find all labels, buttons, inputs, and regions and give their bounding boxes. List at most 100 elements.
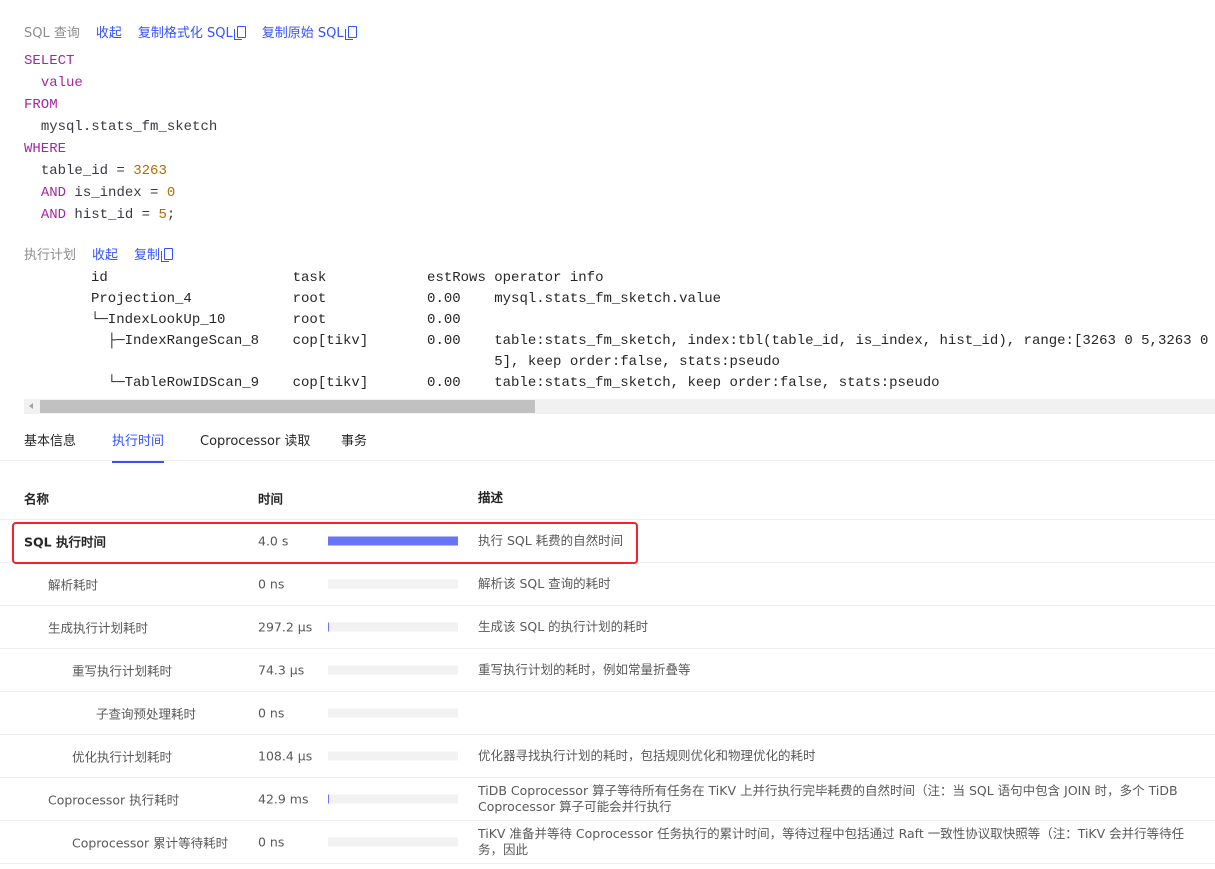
- keyword: SELECT: [24, 53, 75, 69]
- table-row: 子查询预处理耗时 0 ns: [0, 692, 1215, 735]
- condition: table_id =: [40, 163, 134, 179]
- plan-row: ├─IndexRangeScan_8 cop[tikv] 0.00 table:sta…: [91, 331, 1215, 373]
- table-row: 解析耗时 0 ns 解析该 SQL 查询的耗时: [0, 563, 1215, 606]
- row-time: 42.9 ms: [258, 791, 309, 807]
- row-desc: TiDB Coprocessor 算子等待所有任务在 TiKV 上并行执行完毕耗…: [478, 783, 1178, 814]
- time-bar: [328, 622, 458, 632]
- row-time: 74.3 µs: [258, 662, 305, 678]
- time-bar: [328, 579, 458, 589]
- tab-transaction[interactable]: 事务: [341, 430, 367, 461]
- copy-plan-link[interactable]: 复制: [134, 244, 174, 263]
- time-bar: [328, 708, 458, 718]
- execution-plan: id task estRows operator info Projection_4 ro…: [24, 268, 1215, 394]
- plan-id: Projection_4: [91, 291, 192, 307]
- sql-label: SQL 查询: [24, 26, 80, 41]
- sql-code: SELECT value FROM mysql.stats_fm_sketch WH…: [24, 50, 217, 226]
- header-name: 名称: [24, 491, 50, 506]
- condition: hist_id =: [66, 207, 159, 223]
- scrollbar-thumb[interactable]: [40, 400, 535, 413]
- plan-row: └─TableRowIDScan_9 cop[tikv] 0.00 table:sta…: [91, 373, 1215, 394]
- sql-collapse-link[interactable]: 收起: [96, 22, 122, 41]
- header-desc: 描述: [478, 489, 504, 505]
- plan-info: mysql.stats_fm_sketch.value: [494, 291, 722, 307]
- plan-collapse-link[interactable]: 收起: [92, 244, 118, 263]
- sql-header: SQL 查询 收起 复制格式化 SQL 复制原始 SQL: [24, 22, 357, 41]
- plan-id: ├─IndexRangeScan_8: [91, 333, 260, 349]
- number: 0: [166, 185, 176, 201]
- highlight-box: [12, 522, 638, 564]
- header-time: 时间: [258, 491, 284, 506]
- row-desc: TiKV 准备并等待 Coprocessor 任务执行的累计时间，等待过程中包括…: [478, 826, 1185, 857]
- plan-task: cop[tikv]: [292, 333, 369, 349]
- semicolon: ;: [166, 207, 176, 223]
- tab-coprocessor-read[interactable]: Coprocessor 读取: [200, 430, 310, 461]
- plan-info: [494, 310, 1215, 331]
- row-name: Coprocessor 累计等待耗时: [72, 835, 229, 851]
- table-row: Coprocessor 执行耗时 42.9 ms TiDB Coprocesso…: [0, 778, 1215, 821]
- row-desc: 生成该 SQL 的执行计划的耗时: [478, 619, 649, 634]
- column: value: [40, 75, 83, 91]
- horizontal-scrollbar[interactable]: [24, 399, 1215, 414]
- plan-row: └─IndexLookUp_10 root 0.00: [91, 310, 1215, 331]
- plan-task: root: [292, 291, 327, 307]
- keyword: WHERE: [24, 141, 67, 157]
- plan-header: 执行计划 收起 复制: [24, 244, 174, 263]
- row-time: 108.4 µs: [258, 748, 313, 764]
- copy-formatted-sql-link[interactable]: 复制格式化 SQL: [138, 22, 246, 41]
- time-bar: [328, 751, 458, 761]
- copy-raw-sql-link[interactable]: 复制原始 SQL: [262, 22, 357, 41]
- keyword: AND: [40, 185, 67, 201]
- copy-raw-label: 复制原始 SQL: [261, 26, 344, 41]
- table-header: 名称 时间 描述: [0, 476, 1215, 520]
- number: 3263: [133, 163, 167, 179]
- table-row: 优化执行计划耗时 108.4 µs 优化器寻找执行计划的耗时，包括规则优化和物理…: [0, 735, 1215, 778]
- copy-plan-label: 复制: [134, 248, 161, 263]
- tab-execution-time[interactable]: 执行时间: [112, 430, 165, 463]
- plan-info: table:stats_fm_sketch, keep order:false,…: [494, 375, 940, 391]
- row-name: 重写执行计划耗时: [72, 663, 173, 679]
- row-time: 0 ns: [258, 834, 285, 850]
- plan-info: operator info: [494, 270, 604, 286]
- plan-info: table:stats_fm_sketch, index:tbl(table_i…: [494, 333, 1209, 370]
- row-time: 297.2 µs: [258, 619, 313, 635]
- plan-task: root: [292, 312, 327, 328]
- row-name: 解析耗时: [48, 577, 99, 593]
- plan-id: id: [91, 270, 108, 286]
- tab-bar: 基本信息 执行时间 Coprocessor 读取 事务: [0, 420, 1215, 463]
- scroll-left-icon[interactable]: [29, 403, 33, 409]
- time-bar: [328, 837, 458, 847]
- time-bar: [328, 665, 458, 675]
- plan-est: 0.00: [427, 333, 461, 349]
- plan-label: 执行计划: [24, 248, 77, 263]
- keyword: FROM: [24, 97, 58, 113]
- plan-row: Projection_4 root 0.00 mysql.stats_fm_sketc…: [91, 289, 1215, 310]
- plan-id: └─IndexLookUp_10: [91, 312, 226, 328]
- row-name: 子查询预处理耗时: [96, 706, 197, 722]
- row-desc: 解析该 SQL 查询的耗时: [478, 576, 611, 591]
- copy-icon: [344, 25, 357, 40]
- copy-formatted-label: 复制格式化 SQL: [137, 26, 233, 41]
- row-desc: 重写执行计划的耗时，例如常量折叠等: [478, 662, 691, 677]
- time-bar-fill: [328, 622, 330, 632]
- row-time: 0 ns: [258, 705, 285, 721]
- row-name: Coprocessor 执行耗时: [48, 792, 180, 808]
- condition: is_index =: [66, 185, 167, 201]
- table-row: Coprocessor 累计等待耗时 0 ns TiKV 准备并等待 Copro…: [0, 821, 1215, 864]
- plan-row: id task estRows operator info: [91, 268, 1215, 289]
- plan-est: 0.00: [427, 375, 461, 391]
- table-row: 生成执行计划耗时 297.2 µs 生成该 SQL 的执行计划的耗时: [0, 606, 1215, 649]
- number: 5: [158, 207, 167, 223]
- table-name: mysql.stats_fm_sketch: [40, 119, 218, 135]
- plan-id: └─TableRowIDScan_9: [91, 375, 260, 391]
- plan-est: 0.00: [427, 312, 461, 328]
- table-row: 重写执行计划耗时 74.3 µs 重写执行计划的耗时，例如常量折叠等: [0, 649, 1215, 692]
- plan-est: estRows: [427, 270, 486, 286]
- plan-task: cop[tikv]: [292, 375, 369, 391]
- row-name: 生成执行计划耗时: [48, 620, 149, 636]
- keyword: AND: [40, 207, 67, 223]
- tab-basic-info[interactable]: 基本信息: [24, 430, 76, 461]
- row-desc: 优化器寻找执行计划的耗时，包括规则优化和物理优化的耗时: [478, 748, 816, 763]
- copy-icon: [233, 25, 246, 40]
- plan-est: 0.00: [427, 291, 461, 307]
- copy-icon: [161, 247, 174, 262]
